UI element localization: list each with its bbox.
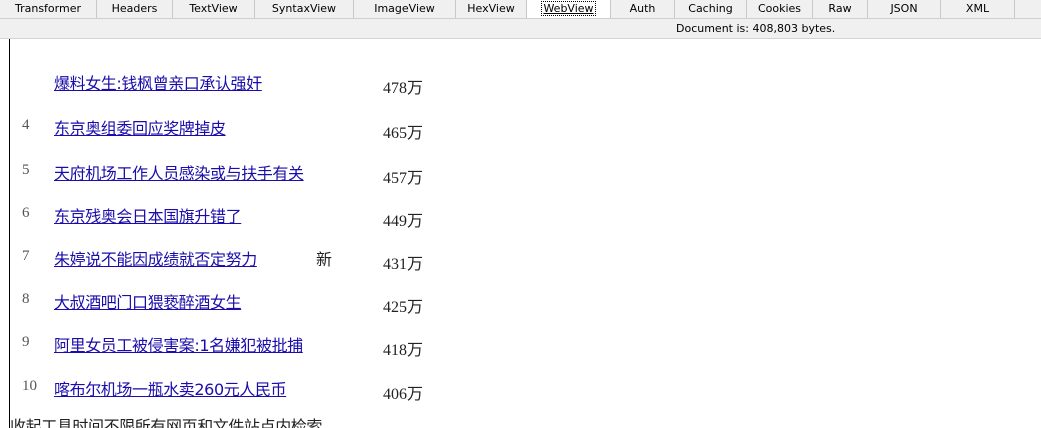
- tabstrip-filler: [1015, 0, 1041, 18]
- tab-auth-label: Auth: [629, 2, 656, 15]
- rank-number: 9: [22, 334, 30, 350]
- new-badge: 新: [316, 250, 333, 269]
- tab-imageview[interactable]: ImageView: [354, 0, 456, 18]
- hot-count: 431万: [383, 256, 424, 273]
- tab-caching[interactable]: Caching: [675, 0, 747, 18]
- tab-raw[interactable]: Raw: [813, 0, 868, 18]
- tab-hexview-label: HexView: [467, 2, 515, 15]
- rank-number: 10: [22, 378, 37, 394]
- hot-topic-link[interactable]: 天府机场工作人员感染或与扶手有关: [54, 160, 304, 184]
- tab-json[interactable]: JSON: [868, 0, 941, 18]
- list-item: 7 朱婷说不能因成绩就否定努力 新 431万: [0, 247, 480, 277]
- tab-textview-label: TextView: [189, 2, 238, 15]
- rank-number: 4: [22, 117, 30, 133]
- inspector-tabstrip: Transformer Headers TextView SyntaxView …: [0, 0, 1041, 19]
- hot-topic-link[interactable]: 阿里女员工被侵害案:1名嫌犯被批捕: [54, 332, 303, 356]
- list-item: 6 东京残奥会日本国旗升错了 449万: [0, 204, 480, 234]
- list-item: 5 天府机场工作人员感染或与扶手有关 457万: [0, 161, 480, 191]
- tab-caching-label: Caching: [688, 2, 733, 15]
- tab-hexview[interactable]: HexView: [456, 0, 527, 18]
- document-size-text: Document is: 408,803 bytes.: [676, 22, 836, 35]
- list-item: 4 东京奥组委回应奖牌掉皮 465万: [0, 116, 480, 146]
- tab-transformer[interactable]: Transformer: [0, 0, 97, 18]
- hot-topic-link[interactable]: 东京奥组委回应奖牌掉皮: [54, 115, 226, 139]
- tab-raw-label: Raw: [828, 2, 852, 15]
- hot-count: 406万: [383, 386, 424, 403]
- tab-auth[interactable]: Auth: [611, 0, 675, 18]
- tab-syntaxview-label: SyntaxView: [271, 2, 337, 15]
- rank-number: 5: [22, 162, 30, 178]
- hot-count: 425万: [383, 299, 424, 316]
- hot-count: 478万: [383, 80, 424, 97]
- hot-topic-link[interactable]: 喀布尔机场一瓶水卖260元人民币: [54, 376, 287, 400]
- tab-xml-label: XML: [965, 2, 990, 15]
- hot-topic-link[interactable]: 大叔酒吧门口猥亵醉酒女生: [54, 289, 242, 313]
- hot-count: 465万: [383, 125, 424, 142]
- tab-cookies[interactable]: Cookies: [747, 0, 813, 18]
- tab-syntaxview[interactable]: SyntaxView: [255, 0, 354, 18]
- list-item: 爆料女生:钱枫曾亲口承认强奸 478万: [0, 71, 480, 101]
- tab-cookies-label: Cookies: [757, 2, 802, 15]
- hot-topic-link[interactable]: 东京残奥会日本国旗升错了: [54, 203, 242, 227]
- tab-headers-label: Headers: [111, 2, 158, 15]
- list-item: 9 阿里女员工被侵害案:1名嫌犯被批捕 418万: [0, 333, 480, 363]
- tab-transformer-label: Transformer: [14, 2, 81, 15]
- tab-json-label: JSON: [890, 2, 918, 15]
- rank-number: 7: [22, 248, 30, 264]
- rank-number: 8: [22, 291, 30, 307]
- tab-textview[interactable]: TextView: [173, 0, 255, 18]
- tab-webview-label: WebView: [541, 1, 596, 16]
- hot-count: 449万: [383, 213, 424, 230]
- hot-count: 418万: [383, 342, 424, 359]
- hot-topic-link[interactable]: 爆料女生:钱枫曾亲口承认强奸: [54, 70, 262, 94]
- footer-tool-links: 收起工具时间不限所有网页和文件站点内检索: [10, 417, 323, 428]
- list-item: 10 喀布尔机场一瓶水卖260元人民币 406万: [0, 377, 480, 407]
- rank-number: 6: [22, 205, 30, 221]
- document-status-bar: Document is: 408,803 bytes.: [0, 19, 1041, 39]
- webview-pane[interactable]: 爆料女生:钱枫曾亲口承认强奸 478万 4 东京奥组委回应奖牌掉皮 465万 5…: [0, 39, 1041, 428]
- tab-xml[interactable]: XML: [941, 0, 1015, 18]
- hot-topic-link[interactable]: 朱婷说不能因成绩就否定努力: [54, 246, 257, 270]
- list-item: 8 大叔酒吧门口猥亵醉酒女生 425万: [0, 290, 480, 320]
- tab-webview[interactable]: WebView: [527, 0, 611, 18]
- hot-count: 457万: [383, 170, 424, 187]
- tab-headers[interactable]: Headers: [97, 0, 173, 18]
- tab-imageview-label: ImageView: [374, 2, 435, 15]
